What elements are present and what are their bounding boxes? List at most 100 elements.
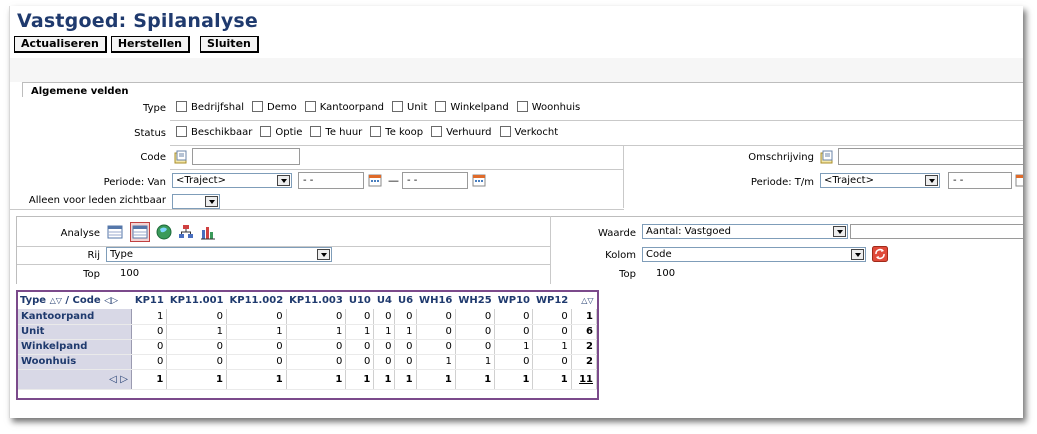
period-to-date-input[interactable]: - - <box>948 172 1012 189</box>
refresh-button[interactable]: Actualiseren <box>14 36 107 53</box>
type-checkbox-kantoorpand[interactable]: Kantoorpand <box>304 101 385 113</box>
status-option-label: Beschikbaar <box>191 127 253 138</box>
type-option-label: Kantoorpand <box>319 102 385 113</box>
type-option-label: Demo <box>267 102 297 113</box>
swap-icon[interactable] <box>872 246 888 262</box>
pivot-cell: 1 <box>455 354 496 370</box>
sort-arrows-icon[interactable]: △▽ <box>50 296 62 305</box>
pivot-column-header[interactable]: WH25 <box>455 292 494 309</box>
type-checkbox-unit[interactable]: Unit <box>392 101 427 113</box>
pivot-column-header[interactable]: WH16 <box>416 292 455 309</box>
checkbox[interactable] <box>435 101 447 112</box>
period-from-select[interactable]: <Traject> <box>172 173 292 188</box>
type-option-label: Winkelpand <box>450 102 509 113</box>
description-input[interactable] <box>838 148 1023 165</box>
type-checkbox-group: Bedrijfshal Demo Kantoorpand Unit Winkelpand… <box>176 101 588 113</box>
checkbox[interactable] <box>310 126 322 137</box>
type-checkbox-bedrijfshal[interactable]: Bedrijfshal <box>176 101 244 113</box>
pivot-view-icon[interactable] <box>130 222 150 242</box>
pivot-corner: Type △▽ / Code ◁▷ <box>18 292 131 309</box>
nav-arrows-icon[interactable]: ◁ ▷ <box>18 368 132 390</box>
bar-chart-icon[interactable] <box>200 224 216 240</box>
checkbox[interactable] <box>252 101 264 112</box>
pivot-column-header[interactable]: U4 <box>374 292 395 309</box>
checkbox[interactable] <box>176 101 187 112</box>
pivot-column-total: 1 <box>286 368 347 390</box>
checkbox[interactable] <box>499 126 511 137</box>
code-input[interactable] <box>192 148 300 165</box>
pivot-column-header[interactable]: KP11 <box>131 292 166 309</box>
restore-button[interactable]: Herstellen <box>110 36 191 53</box>
pivot-cell: 0 <box>494 309 534 325</box>
pivot-row-header[interactable]: Unit <box>18 324 132 340</box>
type-checkbox-demo[interactable]: Demo <box>252 101 297 113</box>
pivot-column-header[interactable]: U6 <box>395 292 416 309</box>
lookup-icon[interactable] <box>820 150 834 164</box>
checkbox[interactable] <box>392 101 404 112</box>
pivot-corner-row[interactable]: Type <box>20 295 46 306</box>
type-checkbox-woonhuis[interactable]: Woonhuis <box>516 101 580 113</box>
checkbox[interactable] <box>431 126 443 137</box>
checkbox[interactable] <box>176 126 187 137</box>
checkbox[interactable] <box>260 126 272 137</box>
column-select[interactable]: Code <box>642 247 866 262</box>
lookup-icon[interactable] <box>174 150 188 164</box>
pivot-row-total: 6 <box>571 324 598 340</box>
checkbox[interactable] <box>370 126 382 137</box>
checkbox[interactable] <box>516 101 528 112</box>
table-view-icon[interactable] <box>107 224 123 240</box>
globe-icon[interactable] <box>156 224 172 240</box>
pivot-column-header[interactable]: KP11.003 <box>286 292 346 309</box>
hierarchy-icon[interactable] <box>178 224 194 240</box>
members-only-label: Alleen voor leden zichtbaar <box>28 195 166 206</box>
status-checkbox-verhuurd[interactable]: Verhuurd <box>431 126 492 138</box>
period-from-date2-input[interactable]: - - <box>402 172 468 189</box>
pivot-cell: 0 <box>345 309 375 325</box>
status-checkbox-verkocht[interactable]: Verkocht <box>499 126 558 138</box>
column-label: Kolom <box>605 250 636 261</box>
checkbox[interactable] <box>304 101 316 112</box>
close-button[interactable]: Sluiten <box>200 36 259 53</box>
pivot-grand-total[interactable]: 11 <box>579 374 593 385</box>
calendar-icon[interactable] <box>472 173 486 187</box>
pivot-cell: 1 <box>416 354 456 370</box>
type-checkbox-winkelpand[interactable]: Winkelpand <box>435 101 509 113</box>
row-label: Rij <box>87 250 100 261</box>
pivot-body: Kantoorpand 1 0 0 0 0 0 0 0 0 0 0 1 Unit 0 1 1 1 1 1 1 0 0 0 0 6 W… <box>18 309 598 390</box>
status-checkbox-beschikbaar[interactable]: Beschikbaar <box>176 126 252 138</box>
pivot-column-header[interactable]: KP11.002 <box>227 292 287 309</box>
status-checkbox-optie[interactable]: Optie <box>260 126 302 138</box>
status-checkbox-te-huur[interactable]: Te huur <box>310 126 362 138</box>
value-select[interactable]: Aantal: Vastgoed <box>642 224 848 239</box>
pivot-column-header[interactable]: WP10 <box>495 292 533 309</box>
period-to-select[interactable]: <Traject> <box>820 173 940 188</box>
calendar-icon[interactable] <box>1015 173 1023 187</box>
divider <box>10 209 624 210</box>
pivot-row-header[interactable]: Woonhuis <box>18 354 132 370</box>
row-select[interactable]: Type <box>106 247 332 262</box>
status-option-label: Te koop <box>385 127 424 138</box>
value-extra-field[interactable] <box>850 224 1023 239</box>
divider <box>170 145 1023 146</box>
pivot-cell: 0 <box>455 339 496 355</box>
pivot-row-total: 1 <box>571 309 598 325</box>
status-checkbox-te-koop[interactable]: Te koop <box>370 126 423 138</box>
pivot-column-header[interactable]: WP12 <box>533 292 571 309</box>
pivot-row-total: 2 <box>571 339 598 355</box>
pivot-row-header[interactable]: Winkelpand <box>18 339 132 355</box>
pivot-column-header[interactable]: U10 <box>346 292 374 309</box>
pivot-column-header[interactable]: KP11.001 <box>167 292 227 309</box>
pivot-cell: 0 <box>394 309 417 325</box>
members-only-select[interactable] <box>172 194 220 209</box>
chevron-down-icon <box>317 249 330 260</box>
calendar-icon[interactable] <box>368 173 382 187</box>
sort-arrows-icon[interactable]: △▽ <box>571 292 596 309</box>
pivot-column-total: 1 <box>131 368 168 390</box>
pivot-row-header[interactable]: Kantoorpand <box>18 309 132 325</box>
top2-input[interactable]: 100 <box>642 266 1022 283</box>
period-from-date-input[interactable]: - - <box>298 172 364 189</box>
pivot-corner-col[interactable]: / Code <box>65 295 100 306</box>
nav-arrows-icon[interactable]: ◁▷ <box>104 296 118 306</box>
pivot-cell: 0 <box>416 309 456 325</box>
top-input[interactable]: 100 <box>106 266 546 283</box>
